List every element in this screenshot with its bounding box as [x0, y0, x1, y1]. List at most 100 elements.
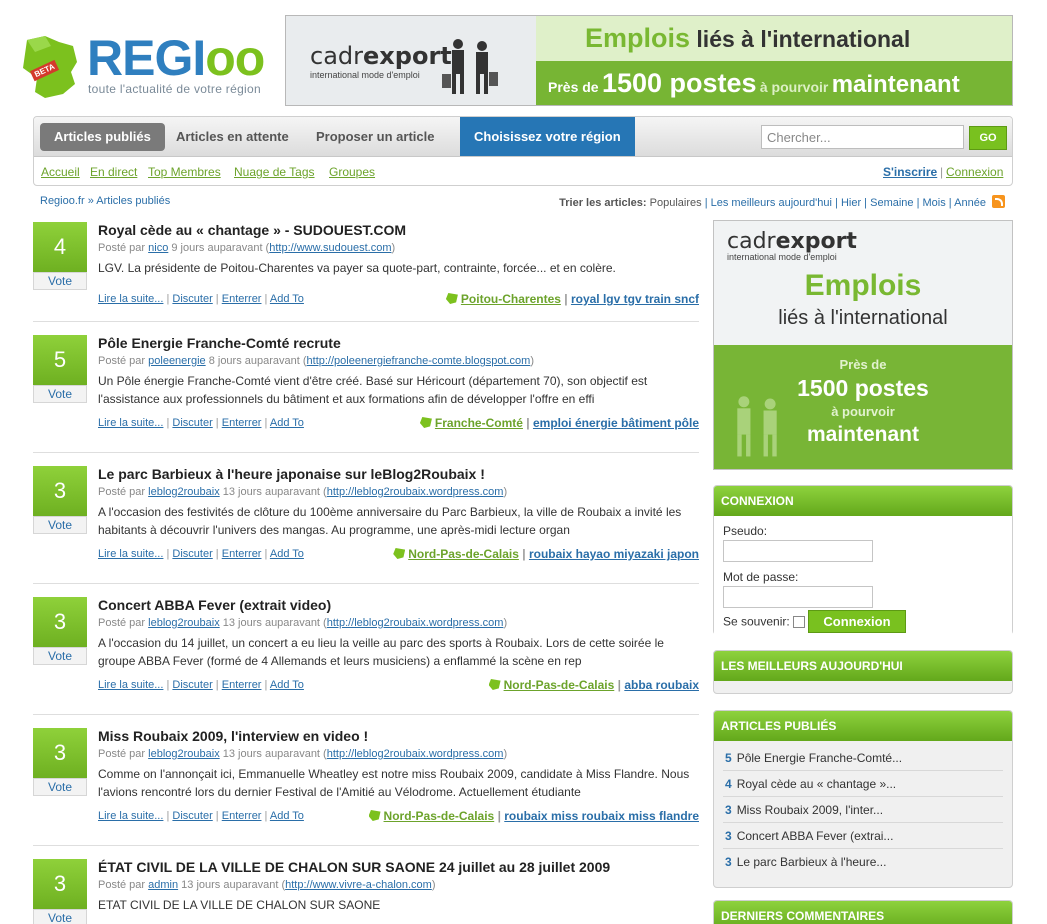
nav-link-nuage-tags[interactable]: Nuage de Tags: [234, 165, 315, 179]
password-field[interactable]: [723, 586, 873, 608]
discuss-link[interactable]: Discuter: [172, 810, 212, 822]
tag-links[interactable]: royal lgv tgv train sncf: [571, 292, 699, 306]
bury-link[interactable]: Enterrer: [222, 810, 262, 822]
top-ad-banner[interactable]: cadrexport international mode d'emploi E…: [285, 15, 1013, 106]
author-link[interactable]: leblog2roubaix: [148, 748, 220, 760]
banner-brand: cadrexport: [310, 42, 452, 70]
source-link[interactable]: http://leblog2roubaix.wordpress.com: [327, 617, 504, 629]
tab-proposer-article[interactable]: Proposer un article: [302, 123, 448, 151]
tag-links[interactable]: roubaix hayao miyazaki japon: [529, 547, 699, 561]
tab-articles-en-attente[interactable]: Articles en attente: [162, 123, 303, 151]
article-title[interactable]: Royal cède au « chantage » - SUDOUEST.CO…: [98, 222, 406, 238]
sort-annee[interactable]: Année: [954, 197, 986, 209]
article-title[interactable]: Miss Roubaix 2009, l'interview en video …: [98, 728, 368, 744]
add-to-link[interactable]: Add To: [270, 679, 304, 691]
region-tag[interactable]: Nord-Pas-de-Calais: [384, 809, 495, 823]
discuss-link[interactable]: Discuter: [172, 293, 212, 305]
login-button[interactable]: Connexion: [808, 610, 906, 633]
list-item[interactable]: 5 Pôle Energie Franche-Comté...: [723, 745, 1003, 771]
article-title[interactable]: Pôle Energie Franche-Comté recrute: [98, 335, 341, 351]
banner-brand-sub: international mode d'emploi: [310, 70, 420, 80]
source-link[interactable]: http://leblog2roubaix.wordpress.com: [327, 748, 504, 760]
breadcrumb[interactable]: Regioo.fr » Articles publiés: [40, 195, 170, 207]
tag-links[interactable]: emploi énergie bâtiment pôle: [533, 416, 699, 430]
nav-link-top-membres[interactable]: Top Membres: [148, 165, 221, 179]
region-tag[interactable]: Franche-Comté: [435, 416, 523, 430]
vote-button[interactable]: Vote: [33, 647, 87, 665]
login-link[interactable]: Connexion: [946, 165, 1003, 179]
tab-choisir-region[interactable]: Choisissez votre région: [460, 117, 635, 156]
article-tags: Nord-Pas-de-Calais | abba roubaix: [488, 678, 699, 692]
list-item[interactable]: 4 Royal cède au « chantage »...: [723, 771, 1003, 797]
author-link[interactable]: leblog2roubaix: [148, 486, 220, 498]
add-to-link[interactable]: Add To: [270, 293, 304, 305]
discuss-link[interactable]: Discuter: [172, 548, 212, 560]
comments-title: DERNIERS COMMENTAIRES: [714, 901, 1012, 924]
region-tag[interactable]: Nord-Pas-de-Calais: [504, 678, 615, 692]
leaf-icon: [445, 293, 458, 304]
author-link[interactable]: poleenergie: [148, 355, 206, 367]
nav-link-groupes[interactable]: Groupes: [329, 165, 375, 179]
list-item[interactable]: 3 Concert ABBA Fever (extrai...: [723, 823, 1003, 849]
source-link[interactable]: http://www.vivre-a-chalon.com: [285, 879, 432, 891]
rss-icon[interactable]: [992, 195, 1005, 208]
add-to-link[interactable]: Add To: [270, 810, 304, 822]
search-go-button[interactable]: GO: [969, 126, 1007, 150]
remember-checkbox[interactable]: [793, 615, 806, 628]
source-link[interactable]: http://www.sudouest.com: [269, 242, 391, 254]
discuss-link[interactable]: Discuter: [172, 417, 212, 429]
tag-links[interactable]: roubaix miss roubaix miss flandre: [504, 809, 699, 823]
search-input[interactable]: [761, 125, 964, 149]
separator: |: [940, 165, 944, 179]
vote-button[interactable]: Vote: [33, 778, 87, 796]
article-title[interactable]: Concert ABBA Fever (extrait video): [98, 597, 331, 613]
source-link[interactable]: http://leblog2roubaix.wordpress.com: [327, 486, 504, 498]
pseudo-label: Pseudo:: [723, 524, 768, 538]
region-tag[interactable]: Nord-Pas-de-Calais: [408, 547, 519, 561]
bury-link[interactable]: Enterrer: [222, 417, 262, 429]
vote-count: 3: [33, 466, 87, 516]
sort-populaires[interactable]: Populaires: [650, 197, 702, 209]
read-more-link[interactable]: Lire la suite...: [98, 679, 163, 691]
logo-wordmark: REGIoo: [87, 30, 265, 86]
read-more-link[interactable]: Lire la suite...: [98, 293, 163, 305]
vote-button[interactable]: Vote: [33, 385, 87, 403]
list-item[interactable]: 3 Miss Roubaix 2009, l'inter...: [723, 797, 1003, 823]
add-to-link[interactable]: Add To: [270, 417, 304, 429]
bury-link[interactable]: Enterrer: [222, 679, 262, 691]
author-link[interactable]: nico: [148, 242, 168, 254]
read-more-link[interactable]: Lire la suite...: [98, 810, 163, 822]
vote-button[interactable]: Vote: [33, 272, 87, 290]
list-item[interactable]: 3 Le parc Barbieux à l'heure...: [723, 849, 1003, 874]
sort-meilleurs-aujourdhui[interactable]: Les meilleurs aujourd'hui: [711, 197, 832, 209]
pseudo-field[interactable]: [723, 540, 873, 562]
nav-link-en-direct[interactable]: En direct: [90, 165, 137, 179]
region-tag[interactable]: Poitou-Charentes: [461, 292, 561, 306]
read-more-link[interactable]: Lire la suite...: [98, 548, 163, 560]
bury-link[interactable]: Enterrer: [222, 293, 262, 305]
nav-link-accueil[interactable]: Accueil: [41, 165, 80, 179]
sort-hier[interactable]: Hier: [841, 197, 861, 209]
tab-articles-publies[interactable]: Articles publiés: [40, 123, 165, 151]
discuss-link[interactable]: Discuter: [172, 679, 212, 691]
article-title[interactable]: Le parc Barbieux à l'heure japonaise sur…: [98, 466, 485, 482]
read-more-link[interactable]: Lire la suite...: [98, 417, 163, 429]
source-link[interactable]: http://poleenergiefranche-comte.blogspot…: [307, 355, 531, 367]
sort-mois[interactable]: Mois: [923, 197, 946, 209]
vote-button[interactable]: Vote: [33, 516, 87, 534]
article-description: LGV. La présidente de Poitou-Charentes v…: [98, 261, 616, 275]
author-link[interactable]: leblog2roubaix: [148, 617, 220, 629]
bury-link[interactable]: Enterrer: [222, 548, 262, 560]
signup-link[interactable]: S'inscrire: [883, 165, 937, 179]
vote-widget: 4 Vote: [33, 222, 87, 290]
add-to-link[interactable]: Add To: [270, 548, 304, 560]
article-title[interactable]: ÉTAT CIVIL DE LA VILLE DE CHALON SUR SAO…: [98, 859, 610, 875]
sort-semaine[interactable]: Semaine: [870, 197, 913, 209]
divider: [33, 845, 699, 846]
vote-button[interactable]: Vote: [33, 909, 87, 924]
sidebar-ad-banner[interactable]: cadrexport international mode d'emploi E…: [713, 220, 1013, 470]
site-logo[interactable]: BETA REGIoo toute l'actualité de votre r…: [15, 30, 277, 102]
author-link[interactable]: admin: [148, 879, 178, 891]
article-meta: Posté par leblog2roubaix 13 jours aupara…: [98, 486, 508, 498]
tag-links[interactable]: abba roubaix: [624, 678, 699, 692]
